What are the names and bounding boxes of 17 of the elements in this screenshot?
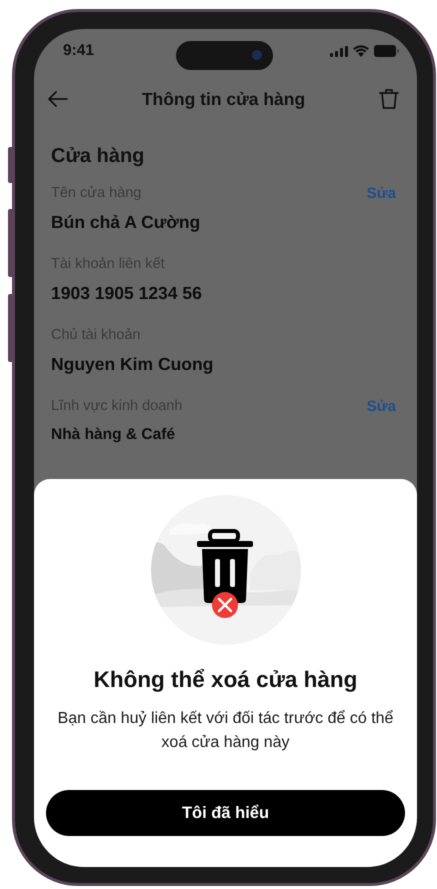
edit-link[interactable]: Sửa (366, 184, 396, 202)
field-value: Nguyen Kim Cuong (51, 354, 214, 375)
field-value: Bún chả A Cường (51, 212, 202, 233)
edit-link[interactable]: Sửa (366, 398, 396, 414)
section-title: Cửa hàng (51, 145, 146, 168)
signal-icon (330, 46, 348, 56)
back-arrow-icon[interactable] (48, 91, 68, 107)
battery-icon (374, 45, 399, 57)
status-time: 9:41 (63, 42, 94, 60)
field-value: Nhà hàng & Café (51, 426, 176, 444)
dialog-message: Bạn cần huỷ liên kết với đối tác trước để có thể xoá cửa hàng này (56, 709, 394, 753)
dialog-title: Không thể xoá cửa hàng (94, 667, 358, 693)
field-value: 1903 1905 1234 56 (51, 283, 203, 304)
trash-icon[interactable] (378, 88, 399, 110)
confirm-button[interactable]: Tôi đã hiểu (46, 790, 405, 836)
page-title: Thông tin cửa hàng (142, 88, 306, 110)
wifi-icon (353, 45, 369, 57)
